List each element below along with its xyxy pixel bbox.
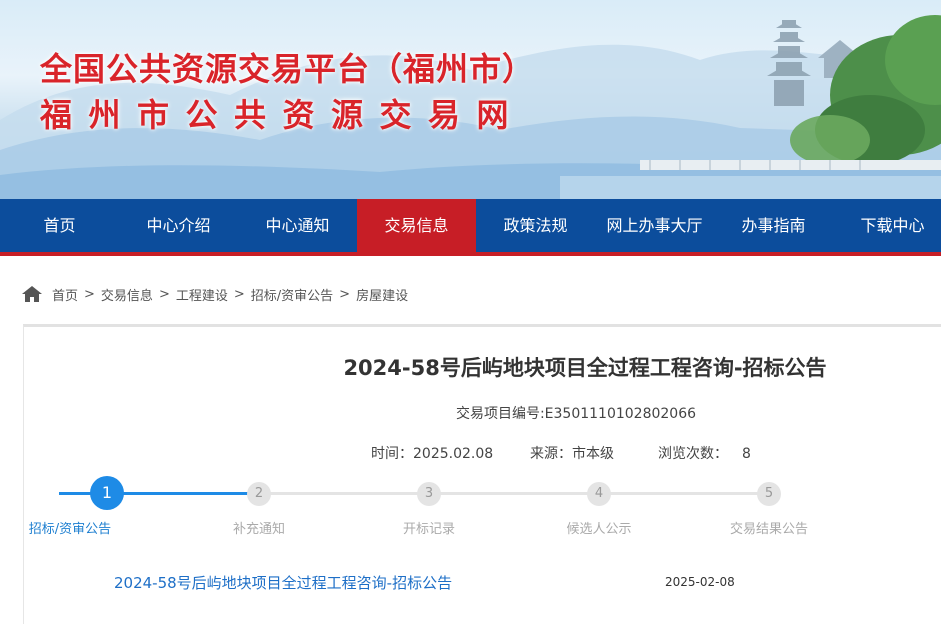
step-1-label[interactable]: 招标/资审公告	[10, 518, 130, 537]
step-3-label[interactable]: 开标记录	[369, 518, 489, 537]
nav-item-download[interactable]: 下载中心	[833, 199, 941, 252]
breadcrumb-home[interactable]: 首页	[52, 285, 78, 304]
breadcrumb-separator: >	[339, 286, 351, 302]
home-icon	[22, 286, 42, 302]
step-progress-line-active	[59, 492, 259, 495]
step-4-label[interactable]: 候选人公示	[539, 518, 659, 537]
breadcrumb: 首页 > 交易信息 > 工程建设 > 招标/资审公告 > 房屋建设	[22, 282, 408, 306]
banner-subtitle: 福州市公共资源交易网	[40, 96, 526, 134]
breadcrumb-separator: >	[158, 286, 170, 302]
step-5-label[interactable]: 交易结果公告	[709, 518, 829, 537]
step-1-circle[interactable]: 1	[90, 476, 124, 510]
breadcrumb-separator: >	[233, 286, 245, 302]
breadcrumb-engineering[interactable]: 工程建设	[176, 285, 228, 304]
step-2-circle[interactable]: 2	[247, 482, 271, 506]
publish-time: 时间：2025.02.08	[371, 443, 493, 463]
project-code: 交易项目编号:E3501110102802066	[455, 406, 697, 422]
nav-item-policy[interactable]: 政策法规	[476, 199, 595, 252]
publish-time-value: 2025.02.08	[413, 446, 494, 462]
main-nav: 首页 中心介绍 中心通知 交易信息 政策法规 网上办事大厅 办事指南 下载中心	[0, 199, 941, 256]
source-label: 来源：	[530, 446, 572, 462]
nav-item-center-intro[interactable]: 中心介绍	[119, 199, 238, 252]
step-2-label[interactable]: 补充通知	[199, 518, 319, 537]
step-3-circle[interactable]: 3	[417, 482, 441, 506]
view-count-value: 8	[742, 446, 751, 462]
nav-item-home[interactable]: 首页	[0, 199, 119, 252]
notice-title-link[interactable]: 2024-58号后屿地块项目全过程工程咨询-招标公告	[114, 572, 452, 593]
site-banner: 全国公共资源交易平台（福州市） 福州市公共资源交易网	[0, 0, 941, 199]
banner-title: 全国公共资源交易平台（福州市）	[40, 50, 536, 88]
source: 来源：市本级	[530, 443, 614, 463]
breadcrumb-housing[interactable]: 房屋建设	[356, 285, 408, 304]
document-title: 2024-58号后屿地块项目全过程工程咨询-招标公告	[343, 356, 827, 380]
breadcrumb-tender-notice[interactable]: 招标/资审公告	[251, 285, 333, 304]
nav-item-online-hall[interactable]: 网上办事大厅	[595, 199, 714, 252]
breadcrumb-trade-info[interactable]: 交易信息	[101, 285, 153, 304]
view-count-label: 浏览次数：	[658, 446, 728, 462]
notice-date: 2025-02-08	[665, 575, 735, 589]
nav-item-trade-info[interactable]: 交易信息	[357, 199, 476, 252]
breadcrumb-separator: >	[84, 286, 95, 302]
step-progress-line	[259, 492, 769, 495]
source-value: 市本级	[572, 446, 614, 462]
step-5-circle[interactable]: 5	[757, 482, 781, 506]
nav-item-center-notice[interactable]: 中心通知	[238, 199, 357, 252]
nav-item-guide[interactable]: 办事指南	[714, 199, 833, 252]
publish-time-label: 时间：	[371, 446, 413, 462]
view-count: 浏览次数： 8	[658, 443, 751, 463]
step-4-circle[interactable]: 4	[587, 482, 611, 506]
